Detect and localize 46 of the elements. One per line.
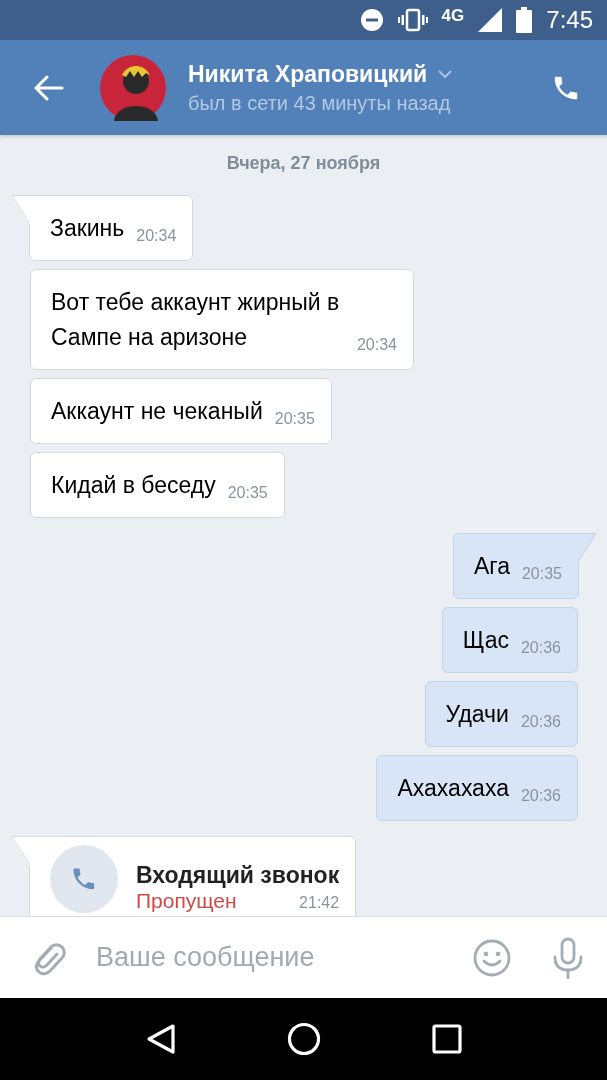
back-arrow-icon [34,74,64,101]
message-time: 21:42 [299,894,340,912]
message-time: 20:36 [520,787,561,805]
do-not-disturb-icon [359,8,384,32]
message-bubble[interactable]: Удачи 20:36 [424,681,578,747]
bubble-tail [578,533,597,563]
clock: 7:45 [546,6,593,34]
message-text: Ахахахаха [397,774,509,803]
call-title: Входящий звонок [136,861,340,889]
message-bubble[interactable]: Аккаунт не чеканый 20:35 [30,378,332,444]
message-time: 20:35 [227,484,268,502]
message-text: Кидай в беседу [51,471,216,500]
home-nav-icon[interactable] [286,1022,321,1056]
chevron-down-icon[interactable] [437,69,454,79]
message-bubble[interactable]: Кидай в беседу 20:35 [30,452,285,518]
message-time: 20:34 [356,336,397,354]
last-seen-status: был в сети 43 минуты назад [188,91,452,115]
contact-name[interactable]: Никита Храповицкий [188,60,428,88]
phone-icon [50,845,118,913]
message-bubble[interactable]: Вот тебе аккаунт жирный в Сампе на аризоне 20:34 [30,269,414,370]
battery-icon [516,7,533,33]
recents-nav-icon[interactable] [431,1024,462,1054]
signal-icon [478,8,503,32]
date-separator: Вчера, 27 ноября [225,152,382,175]
message-text: Закинь [50,214,125,243]
message-text: Ага [473,552,510,581]
message-text: Щас [462,626,509,655]
avatar[interactable] [100,54,166,121]
message-text: Удачи [445,700,509,729]
message-time: 20:36 [520,639,561,657]
call-status: Пропущен [136,889,237,913]
message-time: 20:36 [520,713,561,731]
network-type: 4G [441,6,465,26]
message-bubble[interactable]: Щас 20:36 [441,607,578,673]
smiley-icon[interactable] [473,938,511,977]
message-time: 20:34 [136,227,177,245]
vibrate-icon [397,8,428,32]
message-time: 20:35 [521,565,562,583]
back-nav-icon[interactable] [145,1023,176,1055]
microphone-icon[interactable] [551,936,585,979]
bubble-tail [11,836,30,866]
message-time: 20:35 [274,410,315,428]
message-bubble[interactable]: Ахахахаха 20:36 [376,755,578,821]
message-text: Вот тебе аккаунт жирный в Сампе на аризоне [51,288,341,352]
message-text: Аккаунт не чеканый [51,397,263,426]
bubble-tail [11,195,30,225]
